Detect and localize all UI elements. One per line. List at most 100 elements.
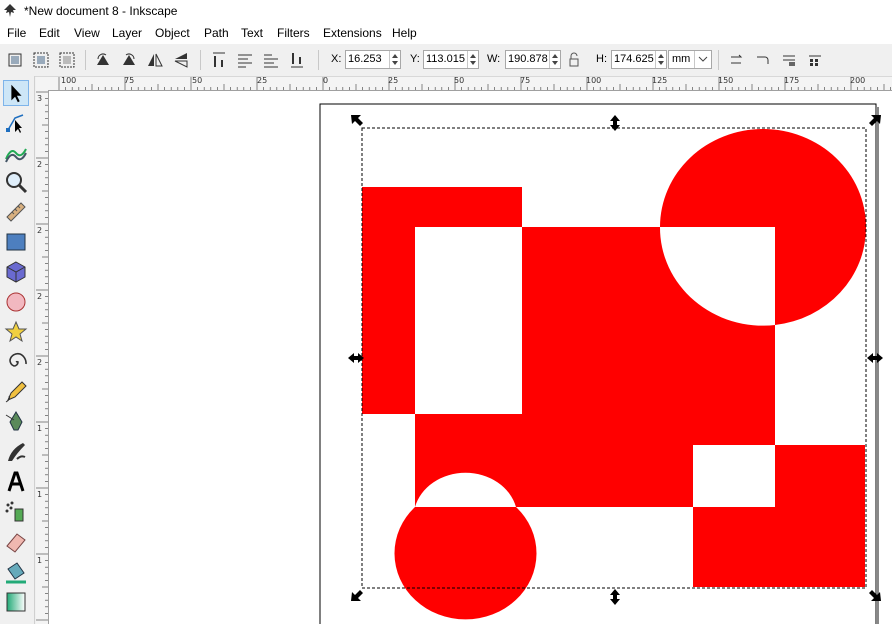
scale-corners-icon[interactable] (754, 51, 772, 69)
raise-icon[interactable] (236, 51, 254, 69)
ruler-label: 50 (454, 77, 465, 85)
ruler-label: 3 (37, 94, 43, 103)
node-icon[interactable] (3, 110, 29, 136)
window-title: *New document 8 - Inkscape (24, 4, 178, 18)
rotate-ccw-icon[interactable] (94, 51, 112, 69)
x-label: X: (331, 53, 342, 65)
w-spin-arrows[interactable] (549, 51, 560, 68)
y-spin-arrows[interactable] (467, 51, 478, 68)
drawing-canvas[interactable] (49, 91, 892, 624)
gradient-icon[interactable] (3, 589, 29, 615)
ruler-label: 2 (37, 358, 43, 367)
ruler-label: 2 (37, 226, 43, 235)
w-value: 190.878 (508, 53, 548, 65)
menu-filters[interactable]: Filters (277, 26, 310, 40)
rotate-cw-icon[interactable] (120, 51, 138, 69)
h-value: 174.625 (614, 53, 654, 65)
paint-bucket-icon[interactable] (3, 559, 29, 585)
spray-icon[interactable] (3, 499, 29, 525)
ruler-label: 1 (37, 424, 43, 433)
unit-select[interactable]: mm (668, 50, 712, 69)
ruler-label: 125 (652, 77, 668, 85)
ruler-label: 0 (323, 77, 329, 85)
ruler-label: 150 (718, 77, 734, 85)
y-label: Y: (410, 53, 420, 65)
horizontal-ruler-ticks (58, 77, 891, 90)
toolbar-separator (85, 50, 86, 70)
lock-icon[interactable] (567, 52, 581, 68)
zoom-icon[interactable] (3, 169, 29, 195)
toolbar-separator (318, 50, 319, 70)
h-field[interactable]: 174.625 (611, 50, 667, 69)
raise-to-top-icon[interactable] (210, 51, 228, 69)
page-shadow (876, 107, 879, 624)
pen-icon[interactable] (3, 409, 29, 435)
transform-patterns-icon[interactable] (806, 51, 824, 69)
ruler-label: 1 (37, 490, 43, 499)
ruler-label: 75 (124, 77, 135, 85)
deselect-icon[interactable] (58, 51, 76, 69)
3d-box-icon[interactable] (3, 259, 29, 285)
title-bar: *New document 8 - Inkscape (0, 0, 892, 24)
text-icon[interactable] (3, 469, 29, 495)
spiral-icon[interactable] (3, 349, 29, 375)
select-all-layers-icon[interactable] (32, 51, 50, 69)
tweak-icon[interactable] (3, 139, 29, 165)
h-spin-arrows[interactable] (655, 51, 666, 68)
h-label: H: (596, 53, 607, 65)
menu-bar: File Edit View Layer Object Path Text Fi… (0, 24, 892, 44)
ruler-label: 50 (192, 77, 203, 85)
y-field[interactable]: 113.015 (423, 50, 479, 69)
ruler-label: 100 (61, 77, 77, 85)
ruler-label: 25 (257, 77, 268, 85)
chevron-down-icon (694, 51, 708, 68)
ellipse-icon[interactable] (3, 289, 29, 315)
inkscape-logo-icon (4, 4, 16, 17)
menu-edit[interactable]: Edit (39, 26, 60, 40)
toolbar-separator (200, 50, 201, 70)
lower-to-bottom-icon[interactable] (288, 51, 306, 69)
ruler-label: 2 (37, 160, 43, 169)
scale-stroke-icon[interactable] (728, 51, 746, 69)
menu-layer[interactable]: Layer (112, 26, 142, 40)
select-all-icon[interactable] (6, 51, 24, 69)
vertical-ruler-ticks (36, 91, 48, 621)
tool-controls-bar: X: 16.253 Y: 113.015 W: 190.878 H: 174.6… (0, 44, 892, 77)
selector-icon[interactable] (3, 80, 29, 106)
x-value: 16.253 (348, 53, 382, 65)
star-icon[interactable] (3, 319, 29, 345)
lower-icon[interactable] (262, 51, 280, 69)
w-label: W: (487, 53, 501, 65)
transform-gradients-icon[interactable] (780, 51, 798, 69)
x-spin-arrows[interactable] (389, 51, 400, 68)
ruler-label: 175 (784, 77, 800, 85)
toolbar-separator (718, 50, 719, 70)
w-field[interactable]: 190.878 (505, 50, 561, 69)
pencil-icon[interactable] (3, 379, 29, 405)
measure-icon[interactable] (3, 199, 29, 225)
ruler-label: 200 (850, 77, 866, 85)
menu-path[interactable]: Path (204, 26, 229, 40)
flip-horizontal-icon[interactable] (146, 51, 164, 69)
ruler-label: 2 (37, 292, 43, 301)
menu-object[interactable]: Object (155, 26, 190, 40)
canvas-drawing[interactable] (49, 91, 892, 624)
menu-help[interactable]: Help (392, 26, 417, 40)
ruler-corner (36, 77, 48, 90)
horizontal-ruler[interactable]: 100 75 50 25 0 25 50 75 100 125 150 175 … (48, 77, 892, 91)
eraser-icon[interactable] (3, 529, 29, 555)
ruler-label: 100 (586, 77, 602, 85)
calligraphy-icon[interactable] (3, 439, 29, 465)
rectangle-icon[interactable] (3, 229, 29, 255)
menu-file[interactable]: File (7, 26, 26, 40)
x-field[interactable]: 16.253 (345, 50, 401, 69)
menu-extensions[interactable]: Extensions (323, 26, 382, 40)
menu-text[interactable]: Text (241, 26, 263, 40)
ruler-label: 25 (388, 77, 399, 85)
y-value: 113.015 (426, 53, 465, 65)
flip-vertical-icon[interactable] (172, 51, 190, 69)
menu-view[interactable]: View (74, 26, 100, 40)
ruler-label: 1 (37, 556, 43, 565)
vertical-ruler[interactable]: 3 2 2 2 2 1 1 1 (36, 90, 49, 624)
unit-value: mm (672, 53, 691, 65)
